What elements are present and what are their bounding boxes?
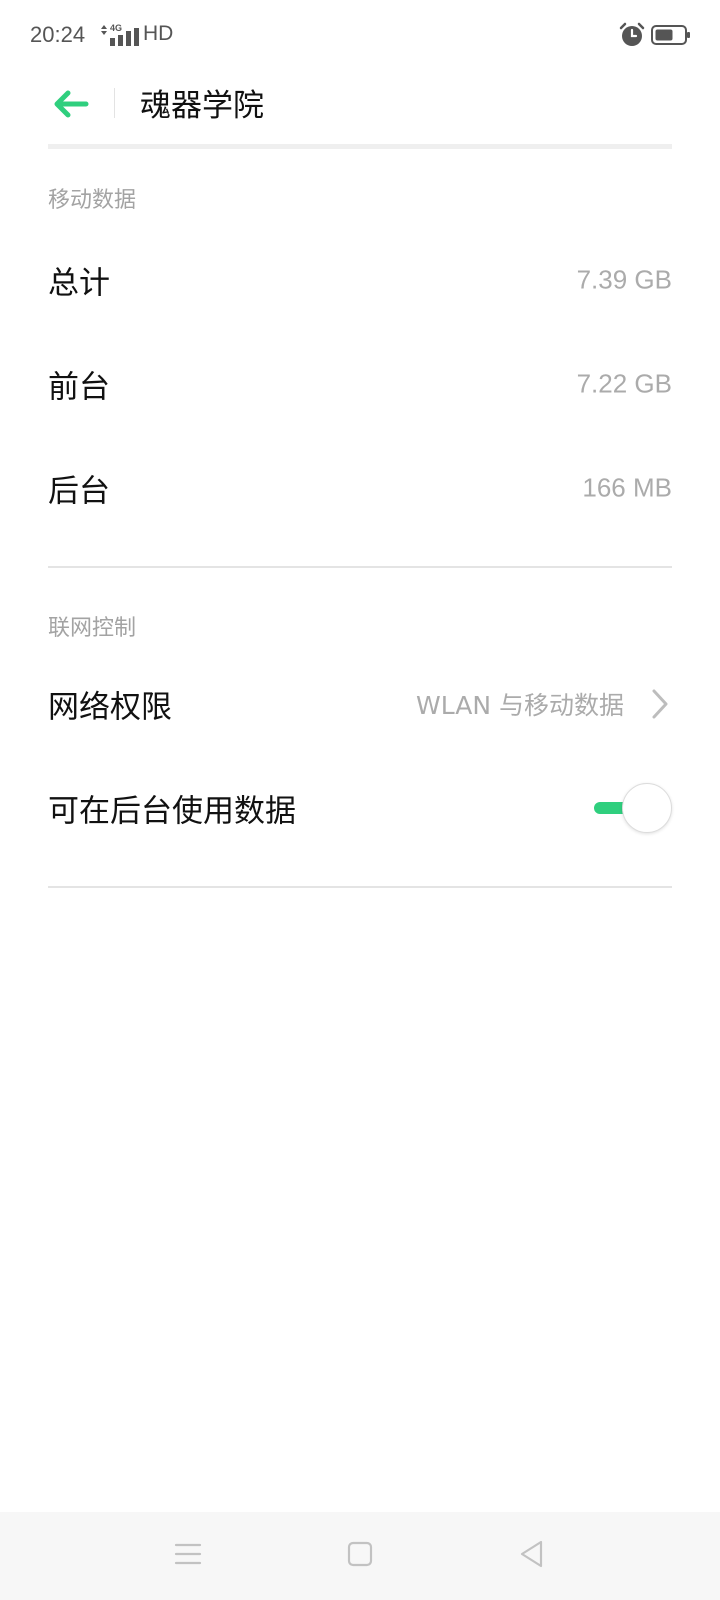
- app-header: 魂器学院: [0, 72, 720, 148]
- battery-icon: [651, 25, 690, 45]
- header-divider: [114, 88, 115, 118]
- status-time: 20:24: [30, 22, 86, 47]
- chevron-right-icon: [652, 689, 668, 719]
- back-button[interactable]: [48, 82, 92, 126]
- alarm-icon: [619, 22, 645, 46]
- row-label: 总计: [48, 265, 110, 302]
- row-value: 166 MB: [582, 472, 672, 503]
- status-bar: 20:24 4G HD: [0, 0, 720, 72]
- toggle-knob: [622, 783, 672, 833]
- usage-row-foreground: 前台 7.22 GB: [48, 334, 672, 434]
- page-title: 魂器学院: [140, 88, 264, 124]
- home-icon[interactable]: [342, 1536, 378, 1572]
- network-permission-value: WLAN 与移动数据: [416, 691, 624, 720]
- hd-label: HD: [143, 22, 174, 45]
- system-nav-bar: [0, 1512, 720, 1600]
- row-label: 后台: [48, 473, 110, 510]
- arrow-left-icon: [54, 90, 89, 118]
- row-label: 网络权限: [48, 689, 172, 726]
- background-data-row: 可在后台使用数据: [48, 758, 672, 858]
- header-separator: [48, 144, 672, 149]
- usage-row-total: 总计 7.39 GB: [48, 230, 672, 330]
- section-title-network-control: 联网控制: [48, 616, 137, 641]
- back-triangle-icon[interactable]: [514, 1536, 550, 1572]
- row-label: 前台: [48, 369, 110, 406]
- row-label: 可在后台使用数据: [48, 793, 296, 830]
- usage-row-background: 后台 166 MB: [48, 438, 672, 538]
- section-divider: [48, 566, 672, 568]
- row-value: 7.39 GB: [576, 264, 672, 295]
- network-permission-row[interactable]: 网络权限 WLAN 与移动数据: [48, 654, 672, 754]
- background-data-toggle[interactable]: [594, 783, 672, 833]
- data-activity-icon: [101, 25, 107, 35]
- signal-icon: [110, 28, 139, 46]
- section-divider: [48, 886, 672, 888]
- section-title-mobile-data: 移动数据: [48, 188, 137, 213]
- row-value: 7.22 GB: [576, 368, 672, 399]
- menu-icon[interactable]: [170, 1536, 206, 1572]
